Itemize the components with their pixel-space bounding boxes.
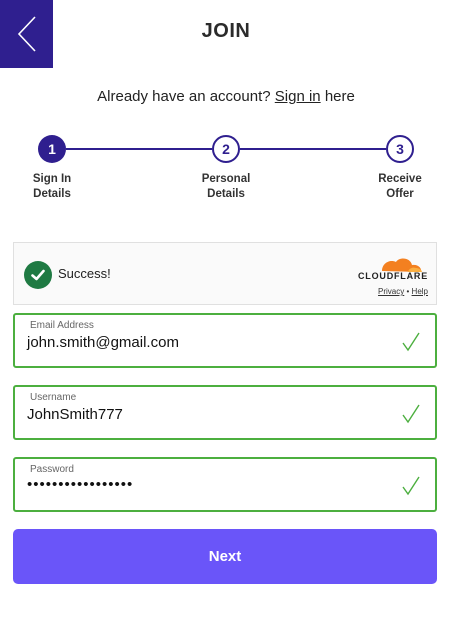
step-2-label-line1: Personal: [201, 173, 251, 185]
step-3-label: Receive Offer: [360, 172, 440, 202]
email-value: john.smith@gmail.com: [27, 334, 179, 351]
step-3-circle: 3: [386, 135, 414, 163]
email-label: Email Address: [30, 320, 94, 331]
password-value: •••••••••••••••••: [27, 476, 134, 493]
step-connector: [66, 148, 212, 150]
signin-prefix: Already have an account?: [97, 88, 271, 105]
signin-suffix: here: [324, 88, 355, 105]
progress-stepper: 1 2 3 Sign In Details Personal Details R…: [0, 130, 452, 210]
step-2-number: 2: [222, 141, 230, 157]
step-2-label: Personal Details: [186, 172, 266, 202]
page-title: JOIN: [201, 20, 251, 42]
step-connector: [240, 148, 386, 150]
step-3-number: 3: [396, 141, 404, 157]
step-1-label-line1: Sign In: [32, 173, 72, 185]
email-field[interactable]: Email Address john.smith@gmail.com: [13, 313, 437, 368]
step-3-label-line2: Offer: [386, 188, 414, 200]
step-1-label-line2: Details: [33, 188, 71, 200]
signin-prompt: Already have an account? Sign in here: [0, 88, 452, 105]
step-2-circle: 2: [212, 135, 240, 163]
next-button[interactable]: Next: [13, 529, 437, 584]
step-3-label-line1: Receive: [378, 173, 422, 185]
help-link[interactable]: Help: [412, 287, 428, 296]
header: JOIN: [0, 0, 452, 68]
username-value: JohnSmith777: [27, 406, 123, 423]
valid-check-icon: [402, 332, 420, 352]
captcha-links: Privacy • Help: [378, 287, 428, 296]
privacy-link[interactable]: Privacy: [378, 287, 404, 296]
username-field[interactable]: Username JohnSmith777: [13, 385, 437, 440]
step-1-circle: 1: [38, 135, 66, 163]
step-1-label: Sign In Details: [12, 172, 92, 202]
username-label: Username: [30, 392, 77, 403]
step-1-number: 1: [48, 141, 56, 157]
captcha-widget: Success! CLOUDFLARE Privacy • Help: [13, 242, 437, 305]
valid-check-icon: [402, 404, 420, 424]
valid-check-icon: [402, 476, 420, 496]
password-field[interactable]: Password •••••••••••••••••: [13, 457, 437, 512]
captcha-status: Success!: [58, 266, 111, 281]
cloudflare-wordmark: CLOUDFLARE: [358, 271, 428, 281]
link-separator: •: [406, 287, 410, 296]
success-check-icon: [24, 261, 52, 289]
password-label: Password: [30, 464, 74, 475]
signin-link[interactable]: Sign in: [275, 88, 321, 105]
step-2-label-line2: Details: [207, 188, 245, 200]
